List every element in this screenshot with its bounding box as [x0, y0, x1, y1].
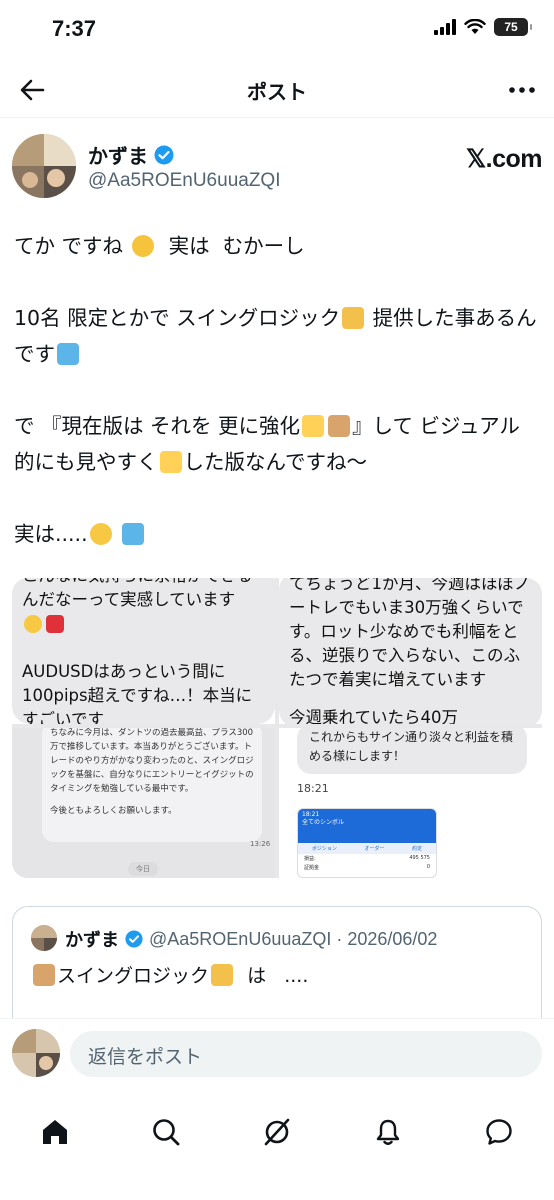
status-bar: 7:37 75	[0, 0, 554, 60]
chat-bubble: これからもサイン通り淡々と利益を積める様にします！	[297, 728, 527, 774]
battery-indicator: 75	[494, 18, 532, 36]
app-row-label: 証拠金	[304, 865, 320, 871]
chat-text: 今週乗れていたら40万	[289, 708, 459, 724]
quoted-text-part: スイングロジック	[57, 965, 210, 987]
reply-input[interactable]: 返信をポスト	[70, 1031, 542, 1077]
chat-bubble: こんなに気持ちに余裕ができるんだなーって実感しています AUDUSDはあっという…	[12, 578, 275, 724]
user-avatar[interactable]	[12, 1029, 60, 1077]
media-image-2[interactable]: てちょうど1か月、今週はほぼノートレでもいま30万強くらいです。ロット少なめでも…	[279, 578, 542, 724]
chat-timestamp: 18:21	[297, 782, 329, 795]
nav-home[interactable]	[27, 1104, 83, 1160]
media-image-4[interactable]: これからもサイン通り淡々と利益を積める様にします！ 18:21 18:21 全て…	[279, 728, 542, 878]
victory-hand-emoji-icon	[342, 307, 365, 329]
media-image-1[interactable]: こんなに気持ちに余裕ができるんだなーって実感しています AUDUSDはあっという…	[12, 578, 275, 724]
nav-messages[interactable]	[471, 1104, 527, 1160]
status-time: 7:37	[52, 16, 97, 41]
quoted-text: スイングロジック は ....	[31, 961, 308, 988]
nav-notifications[interactable]	[360, 1104, 416, 1160]
post-line: した版なんですね〜	[183, 450, 367, 474]
relieved-face-emoji-icon	[24, 615, 42, 633]
post-media-grid: こんなに気持ちに余裕ができるんだなーって実感しています AUDUSDはあっという…	[12, 578, 542, 878]
chat-text: こんなに気持ちに余裕ができるんだなーって実感しています	[22, 578, 253, 609]
messages-icon	[485, 1119, 512, 1145]
quoted-handle-date: @Aa5ROEnU6uuaZQI · 2026/06/02	[149, 928, 438, 949]
wifi-icon	[464, 19, 486, 34]
nav-grok[interactable]	[249, 1104, 305, 1160]
app-tab: オーダー	[364, 846, 385, 852]
author-avatar[interactable]	[12, 134, 76, 198]
avatar-photo	[12, 134, 76, 198]
app-row-value: 0	[426, 864, 430, 870]
more-options-button[interactable]	[504, 72, 540, 108]
victory-hand-emoji-icon	[211, 964, 234, 986]
trading-app-screenshot: 18:21 全てのシンボル ポジション オーダー 約定 損益: 495 575 証…	[297, 808, 437, 878]
author-name-line: かずま	[88, 140, 174, 169]
home-icon	[43, 1120, 68, 1144]
chat-timestamp: 13:26	[250, 840, 271, 848]
chat-bubble: てちょうど1か月、今週はほぼノートレでもいま30万強くらいです。ロット少なめでも…	[279, 578, 542, 724]
bottom-navigation	[0, 1094, 554, 1200]
post-author: かずま @Aa5ROEnU6uuaZQI 𝕏.com	[12, 134, 543, 200]
app-row: 証拠金 0	[298, 863, 436, 872]
chat-emoji-row	[22, 612, 265, 636]
x-com-badge: 𝕏.com	[466, 145, 543, 173]
app-title: 全てのシンボル	[302, 819, 345, 826]
quoted-text-part: は ....	[235, 965, 309, 987]
nav-search[interactable]	[138, 1104, 194, 1160]
chat-bubble: ちなみに今月は、ダントツの過去最高益、プラス300万で推移しています。本当ありが…	[42, 728, 262, 842]
sweat-droplets-emoji-icon	[57, 343, 79, 365]
shushing-face-emoji-icon	[131, 235, 154, 257]
smiling-face-emoji-icon	[89, 523, 112, 545]
cat-emoji-icon	[33, 964, 55, 986]
search-icon	[153, 1119, 180, 1146]
app-tab: 約定	[412, 846, 423, 852]
app-row: 損益: 495 575	[298, 854, 436, 863]
post-line: 10名 限定とかで スイングロジック	[14, 306, 341, 330]
red-heart-emoji-icon	[46, 615, 64, 633]
reply-bar: 返信をポスト	[0, 1018, 554, 1094]
post-text: てか ですね 実は むかーし 10名 限定とかで スイングロジック 提供した事あ…	[14, 228, 540, 552]
quoted-author-avatar	[31, 925, 57, 951]
quoted-author-line: かずま @Aa5ROEnU6uuaZQI · 2026/06/02	[65, 926, 437, 952]
page-title: ポスト	[247, 80, 307, 104]
top-header: ポスト	[0, 60, 554, 118]
post-line: 実は.....	[14, 522, 88, 546]
sweat-droplets-emoji-icon	[122, 523, 145, 545]
chat-text: てちょうど1か月、今週はほぼノートレでもいま30万強くらいです。ロット少なめでも…	[289, 578, 531, 689]
author-handle[interactable]: @Aa5ROEnU6uuaZQI	[88, 170, 281, 192]
app-time: 18:21	[302, 811, 320, 818]
sparkles-emoji-icon	[159, 451, 182, 473]
post-paragraph-1: てか ですね 実は むかーし	[14, 228, 540, 264]
cellular-signal-icon	[434, 19, 456, 35]
sparkles-emoji-icon	[302, 415, 325, 437]
notifications-icon	[376, 1119, 399, 1145]
author-name[interactable]: かずま	[88, 140, 148, 169]
media-image-3[interactable]: ちなみに今月は、ダントツの過去最高益、プラス300万で推移しています。本当ありが…	[12, 728, 275, 878]
chat-text: 今後ともよろしくお願いします。	[50, 806, 177, 816]
post-paragraph-3: で 『現在版は それを 更に強化 』して ビジュアル的にも見やすく した版なんですね…	[14, 408, 540, 480]
chat-text: AUDUSDはあっという間に100pips超えですね…！本当にすごいです	[22, 662, 253, 724]
app-row-label: 損益:	[304, 856, 316, 862]
app-tab: ポジション	[311, 846, 337, 852]
app-row-value: 495 575	[409, 855, 430, 861]
grok-icon	[264, 1118, 290, 1146]
verified-badge-icon	[125, 930, 143, 948]
post-line: で 『現在版は それを 更に強化	[14, 414, 301, 438]
date-separator: 今日	[128, 862, 158, 876]
app-header: 18:21 全てのシンボル	[298, 809, 436, 843]
app-tabs: ポジション オーダー 約定	[298, 843, 436, 854]
post-line: てか ですね	[14, 234, 124, 258]
post-paragraph-2: 10名 限定とかで スイングロジック 提供した事あるんです	[14, 300, 540, 372]
post-line: 実は むかーし	[168, 234, 305, 258]
verified-badge-icon	[154, 145, 174, 164]
post-paragraph-4: 実は.....	[14, 516, 540, 552]
chat-text: ちなみに今月は、ダントツの過去最高益、プラス300万で推移しています。本当ありが…	[50, 728, 254, 794]
more-horizontal-icon	[509, 87, 535, 93]
quoted-author-name: かずま	[65, 930, 119, 951]
cat-emoji-icon	[328, 415, 351, 437]
status-icons: 75	[434, 18, 532, 36]
